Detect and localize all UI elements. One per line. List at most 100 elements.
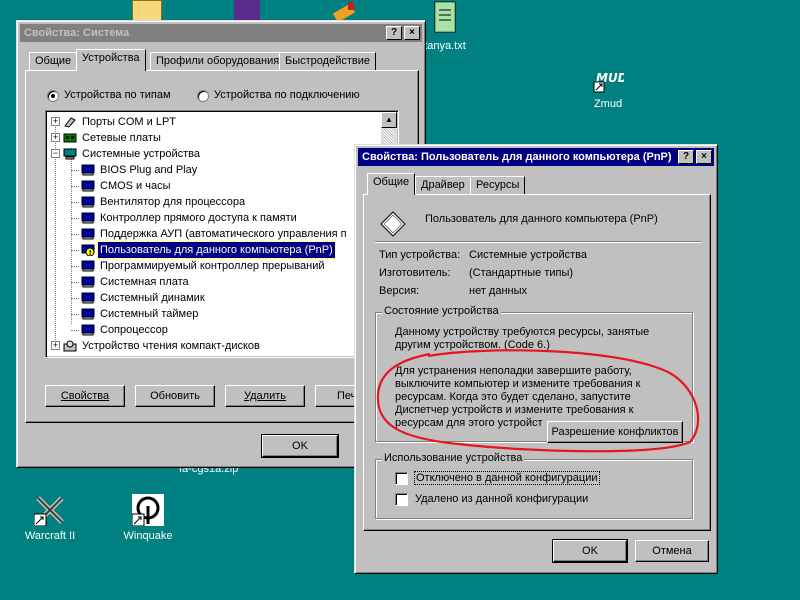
tree-item[interactable]: Сопроцессор bbox=[47, 322, 381, 338]
expand-icon[interactable]: + bbox=[51, 117, 60, 126]
tree-item-label: Системные устройства bbox=[82, 148, 201, 160]
radio-by-connection-label[interactable]: Устройства по подключению bbox=[214, 89, 360, 101]
system-device-icon bbox=[81, 324, 95, 336]
properties-button-label: Свойства bbox=[60, 390, 110, 402]
desktop-icon-partial-disk[interactable] bbox=[234, 0, 260, 22]
desktop-icon-warcraft[interactable]: Warcraft II bbox=[10, 494, 90, 542]
tree-item-label: Системный динамик bbox=[100, 292, 205, 304]
port-icon bbox=[63, 116, 77, 128]
tree-item[interactable]: Контроллер прямого доступа к памяти bbox=[47, 210, 381, 226]
tree-item-label: Сопроцессор bbox=[100, 324, 168, 336]
tree-connector bbox=[71, 218, 79, 219]
system-device-icon bbox=[81, 196, 95, 208]
warning-device-icon: ! bbox=[81, 244, 95, 257]
desktop-icon-winquake[interactable]: Winquake bbox=[108, 494, 188, 542]
device-usage-group: Использование устройства bbox=[375, 452, 693, 519]
tab-resources[interactable]: Ресурсы bbox=[470, 176, 526, 195]
tree-connector bbox=[71, 234, 79, 235]
manufacturer-value: (Стандартные типы) bbox=[469, 267, 574, 279]
system-device-icon bbox=[81, 292, 95, 304]
tree-item[interactable]: + Порты COM и LPT bbox=[47, 114, 381, 130]
tree-connector bbox=[71, 202, 79, 203]
divider bbox=[375, 241, 701, 243]
radio-by-type-label[interactable]: Устройства по типам bbox=[64, 89, 171, 101]
tree-item[interactable]: + Сетевые платы bbox=[47, 130, 381, 146]
refresh-button-label: Обновить bbox=[150, 390, 200, 402]
tree-item[interactable]: ! Пользователь для данного компьютера (Pn… bbox=[47, 241, 381, 259]
disabled-checkbox[interactable] bbox=[395, 472, 408, 485]
system-ok-button[interactable]: OK bbox=[261, 434, 339, 458]
desktop-icon-partial-paint[interactable] bbox=[330, 0, 360, 23]
system-device-icon bbox=[81, 276, 95, 288]
tree-item-label: Контроллер прямого доступа к памяти bbox=[100, 212, 297, 224]
device-ok-button[interactable]: OK bbox=[552, 539, 628, 563]
svg-text:!: ! bbox=[89, 249, 92, 256]
device-type-label: Тип устройства: bbox=[379, 249, 461, 261]
expand-icon[interactable]: + bbox=[51, 341, 60, 350]
tree-item[interactable]: CMOS и часы bbox=[47, 178, 381, 194]
device-tree[interactable]: + Порты COM и LPT + Сетевые платы − Системные… bbox=[47, 112, 381, 356]
radio-by-connection[interactable] bbox=[197, 90, 209, 102]
tree-item[interactable]: + Устройство чтения компакт-дисков bbox=[47, 338, 381, 354]
desktop-icon-zmud[interactable]: MUD Zmud bbox=[568, 62, 648, 110]
tree-connector bbox=[71, 266, 79, 267]
device-cancel-button[interactable]: Отмена bbox=[635, 540, 709, 562]
system-device-icon bbox=[81, 228, 95, 240]
red-highlight-annotation bbox=[376, 349, 700, 453]
tree-item-label: Поддержка АУП (автоматического управлени… bbox=[100, 228, 347, 240]
desktop-icon-label: Zmud bbox=[593, 98, 623, 110]
tree-item[interactable]: Системная плата bbox=[47, 274, 381, 290]
tree-item[interactable]: Программируемый контроллер прерываний bbox=[47, 258, 381, 274]
desktop-icon-label: Winquake bbox=[123, 530, 173, 542]
tab-driver[interactable]: Драйвер bbox=[415, 176, 471, 195]
remove-button-label: Удалить bbox=[244, 390, 286, 402]
tab-general[interactable]: Общие bbox=[29, 52, 78, 71]
version-value: нет данных bbox=[469, 285, 528, 297]
remove-button[interactable]: Удалить bbox=[225, 385, 305, 407]
tree-item-label: BIOS Plug and Play bbox=[100, 164, 198, 176]
removed-checkbox[interactable] bbox=[395, 493, 408, 506]
tree-item[interactable]: Поддержка АУП (автоматического управлени… bbox=[47, 226, 381, 242]
tree-item-label: Порты COM и LPT bbox=[82, 116, 176, 128]
tree-connector bbox=[71, 282, 79, 283]
tree-item[interactable]: − Системные устройства bbox=[47, 146, 381, 162]
tree-connector bbox=[71, 314, 79, 315]
scroll-up-button[interactable]: ▲ bbox=[381, 112, 397, 128]
desktop-icon-partial-folder[interactable] bbox=[132, 0, 162, 22]
tab-devices[interactable]: Устройства bbox=[76, 49, 146, 71]
system-window-titlebar[interactable]: Свойства: Система ? × bbox=[20, 24, 422, 42]
refresh-button[interactable]: Обновить bbox=[135, 385, 215, 407]
tree-item[interactable]: Системный таймер bbox=[47, 306, 381, 322]
system-device-icon bbox=[81, 260, 95, 272]
device-name: Пользователь для данного компьютера (PnP… bbox=[425, 213, 658, 225]
tree-item[interactable]: Системный динамик bbox=[47, 290, 381, 306]
expand-icon[interactable]: + bbox=[51, 133, 60, 142]
system-window-title: Свойства: Система bbox=[24, 27, 130, 39]
help-button[interactable]: ? bbox=[678, 150, 694, 164]
manufacturer-label: Изготовитель: bbox=[379, 267, 451, 279]
tree-item-label: Вентилятор для процессора bbox=[100, 196, 246, 208]
computer-icon bbox=[63, 148, 77, 160]
close-button[interactable]: × bbox=[696, 150, 712, 164]
tree-item-label: Пользователь для данного компьютера (PnP… bbox=[97, 241, 336, 259]
system-device-icon bbox=[81, 164, 95, 176]
removed-checkbox-label[interactable]: Удалено из данной конфигурации bbox=[415, 493, 588, 505]
disabled-checkbox-label[interactable]: Отключено в данной конфигурации bbox=[414, 471, 600, 485]
tab-performance[interactable]: Быстродействие bbox=[279, 52, 376, 71]
collapse-icon[interactable]: − bbox=[51, 149, 60, 158]
close-button[interactable]: × bbox=[404, 26, 420, 40]
help-button[interactable]: ? bbox=[386, 26, 402, 40]
tree-item-label: Системная плата bbox=[100, 276, 189, 288]
tree-item[interactable]: Вентилятор для процессора bbox=[47, 194, 381, 210]
tab-general[interactable]: Общие bbox=[367, 173, 416, 195]
tree-item-label: Сетевые платы bbox=[82, 132, 161, 144]
properties-button[interactable]: Свойства bbox=[45, 385, 125, 407]
tree-item[interactable]: BIOS Plug and Play bbox=[47, 162, 381, 178]
tree-connector bbox=[71, 170, 79, 171]
device-window-titlebar[interactable]: Свойства: Пользователь для данного компь… bbox=[358, 148, 714, 166]
cdrom-icon bbox=[63, 340, 77, 352]
radio-by-type[interactable] bbox=[47, 90, 59, 102]
tab-hardware-profiles[interactable]: Профили оборудования bbox=[150, 52, 286, 71]
device-ok-label: OK bbox=[582, 545, 598, 557]
zmud-app-icon: MUD bbox=[592, 62, 628, 94]
